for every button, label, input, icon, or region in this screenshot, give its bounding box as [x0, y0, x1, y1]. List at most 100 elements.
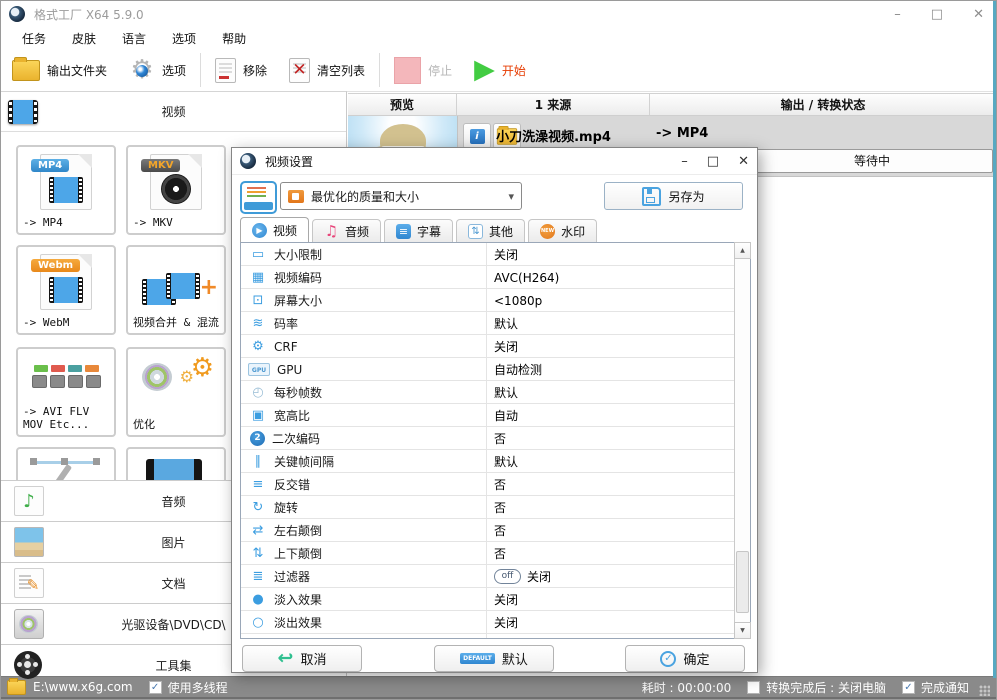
title-bar: 格式工厂 X64 5.9.0	[1, 1, 996, 27]
settings-list: ▭ 大小限制 关闭 ▦ 视频编码 AVC(H264) ⊡ 屏幕大小 <1080p…	[240, 242, 751, 639]
setting-row-size-limit[interactable]: ▭ 大小限制 关闭	[241, 243, 735, 266]
column-output-status[interactable]: 输出 / 转换状态	[650, 94, 996, 115]
setting-row-fade-out[interactable]: ○ 淡出效果 关闭	[241, 611, 735, 634]
setting-row-keyframe-interval[interactable]: ∥ 关键帧间隔 默认	[241, 450, 735, 473]
checkmark-icon: ✓	[904, 681, 913, 693]
clear-list-label: 清空列表	[317, 63, 366, 78]
dialog-minimize-icon[interactable]: –	[681, 154, 688, 169]
close-icon[interactable]: ✕	[973, 7, 984, 22]
tab-subtitle[interactable]: ≡ 字幕	[384, 219, 454, 242]
settings-rows: ▭ 大小限制 关闭 ▦ 视频编码 AVC(H264) ⊡ 屏幕大小 <1080p…	[241, 243, 735, 638]
setting-row-two-pass[interactable]: 2 二次编码 否	[241, 427, 735, 450]
column-preview[interactable]: 预览	[348, 94, 457, 115]
dialog-title-bar[interactable]: 视频设置 – □ ✕	[232, 148, 757, 175]
menu-task[interactable]: 任务	[9, 30, 59, 47]
clear-list-button[interactable]: ✕ 清空列表	[278, 52, 376, 88]
save-as-button[interactable]: 另存为	[604, 182, 743, 210]
default-label: 默认	[501, 653, 528, 668]
profile-tray-icon[interactable]	[240, 181, 277, 214]
output-folder-button[interactable]: 输出文件夹	[1, 52, 118, 88]
scroll-up-icon[interactable]: ▲	[734, 242, 751, 259]
file-page-icon: MP4	[31, 154, 92, 210]
resize-grip[interactable]	[979, 684, 990, 696]
app-icon	[240, 153, 256, 169]
tab-other[interactable]: ⇅ 其他	[456, 219, 526, 242]
minimize-icon[interactable]: –	[894, 7, 901, 22]
card-to-mp4[interactable]: MP4 -> MP4	[16, 145, 116, 235]
stop-button[interactable]: 停止	[383, 52, 463, 88]
start-button[interactable]: ▶ 开始	[463, 52, 537, 88]
card-video-merge[interactable]: + 视频合并 & 混流	[126, 245, 226, 335]
setting-row-stabilize[interactable]: ▯ 防抖 (白金功能) 关闭	[241, 634, 735, 638]
dialog-close-icon[interactable]: ✕	[738, 154, 749, 169]
size-limit-icon: ▭	[251, 247, 265, 262]
tab-video[interactable]: ▶ 视频	[240, 217, 310, 242]
off-toggle-icon: off	[494, 569, 521, 584]
format-mini-icons	[18, 375, 114, 388]
card-label: -> MKV	[133, 216, 173, 230]
setting-row-filter[interactable]: ≣ 过滤器 off 关闭	[241, 565, 735, 588]
default-button[interactable]: DEFAULT 默认	[434, 645, 554, 672]
setting-row-flip-vertical[interactable]: ⇅ 上下颠倒 否	[241, 542, 735, 565]
preset-dropdown[interactable]: 最优化的质量和大小 ▾	[280, 182, 522, 210]
scrollbar[interactable]: ▲ ▼	[734, 242, 751, 639]
category-video-header[interactable]: 视频	[1, 92, 346, 132]
shutdown-after-checkbox[interactable]	[747, 680, 761, 694]
menu-skin[interactable]: 皮肤	[59, 30, 109, 47]
dialog-title: 视频设置	[265, 154, 314, 169]
film-strip-icon	[49, 177, 83, 203]
folder-icon	[12, 56, 40, 81]
start-label: 开始	[501, 63, 526, 78]
card-to-avi-flv-mov[interactable]: -> AVI FLV MOV Etc...	[16, 347, 116, 437]
card-to-webm[interactable]: Webm -> WebM	[16, 245, 116, 335]
tab-watermark-label: 水印	[561, 224, 586, 239]
options-label: 选项	[162, 63, 187, 78]
setting-row-fps[interactable]: ◴ 每秒帧数 默认	[241, 381, 735, 404]
stop-label: 停止	[428, 63, 453, 78]
card-optimize[interactable]: ⚙ ⚙ 优化	[126, 347, 226, 437]
dialog-maximize-icon[interactable]: □	[707, 154, 719, 169]
setting-row-fade-in[interactable]: ● 淡入效果 关闭	[241, 588, 735, 611]
menu-language[interactable]: 语言	[109, 30, 159, 47]
clear-list-icon: ✕	[289, 57, 311, 83]
setting-row-bitrate[interactable]: ≋ 码率 默认	[241, 312, 735, 335]
ok-button[interactable]: ✓ 确定	[625, 645, 745, 672]
tab-audio[interactable]: ♫ 音频	[312, 219, 382, 242]
setting-row-gpu[interactable]: GPU GPU 自动检测	[241, 358, 735, 381]
cancel-button[interactable]: ↩ 取消	[242, 645, 362, 672]
setting-row-screen-size[interactable]: ⊡ 屏幕大小 <1080p	[241, 289, 735, 312]
menu-options[interactable]: 选项	[159, 30, 209, 47]
card-partial-crop[interactable]	[16, 447, 116, 480]
setting-row-video-encoder[interactable]: ▦ 视频编码 AVC(H264)	[241, 266, 735, 289]
card-partial-video[interactable]	[126, 447, 226, 480]
tab-watermark[interactable]: NEW 水印	[528, 219, 598, 242]
multithread-checkbox[interactable]: ✓	[148, 680, 162, 694]
gear-icon: ⚙	[129, 57, 155, 83]
card-to-mkv[interactable]: MKV -> MKV	[126, 145, 226, 235]
setting-row-crf[interactable]: ⚙ CRF 关闭	[241, 335, 735, 358]
options-button[interactable]: ⚙ 选项	[118, 52, 197, 88]
toolbar-separator	[200, 53, 202, 87]
bitrate-icon: ≋	[252, 316, 264, 331]
scroll-down-icon[interactable]: ▼	[734, 622, 751, 639]
maximize-icon[interactable]: □	[931, 7, 943, 22]
remove-button[interactable]: 移除	[204, 52, 278, 88]
setting-row-deinterlace[interactable]: ≡ 反交错 否	[241, 473, 735, 496]
fade-in-icon: ●	[252, 592, 264, 607]
column-source[interactable]: 1 来源	[457, 94, 650, 115]
sliders-icon: ⇅	[468, 223, 484, 239]
status-bar: E:\www.x6g.com ✓ 使用多线程 耗时 : 00:00:00 转换完…	[1, 676, 996, 699]
setting-row-aspect-ratio[interactable]: ▣ 宽高比 自动	[241, 404, 735, 427]
preset-film-icon	[288, 189, 304, 203]
setting-row-rotate[interactable]: ↻ 旋转 否	[241, 496, 735, 519]
output-path[interactable]: E:\www.x6g.com	[33, 680, 133, 694]
scrollbar-thumb[interactable]	[736, 551, 749, 613]
setting-row-flip-horizontal[interactable]: ⇄ 左右颠倒 否	[241, 519, 735, 542]
output-path-folder-icon[interactable]	[7, 677, 26, 695]
menu-help[interactable]: 帮助	[209, 30, 259, 47]
chevron-down-icon: ▾	[508, 189, 514, 203]
screen-right-edge	[993, 1, 996, 678]
aspect-ratio-icon: ▣	[251, 408, 265, 423]
tab-video-label: 视频	[273, 223, 298, 238]
notify-checkbox[interactable]: ✓	[901, 680, 915, 694]
